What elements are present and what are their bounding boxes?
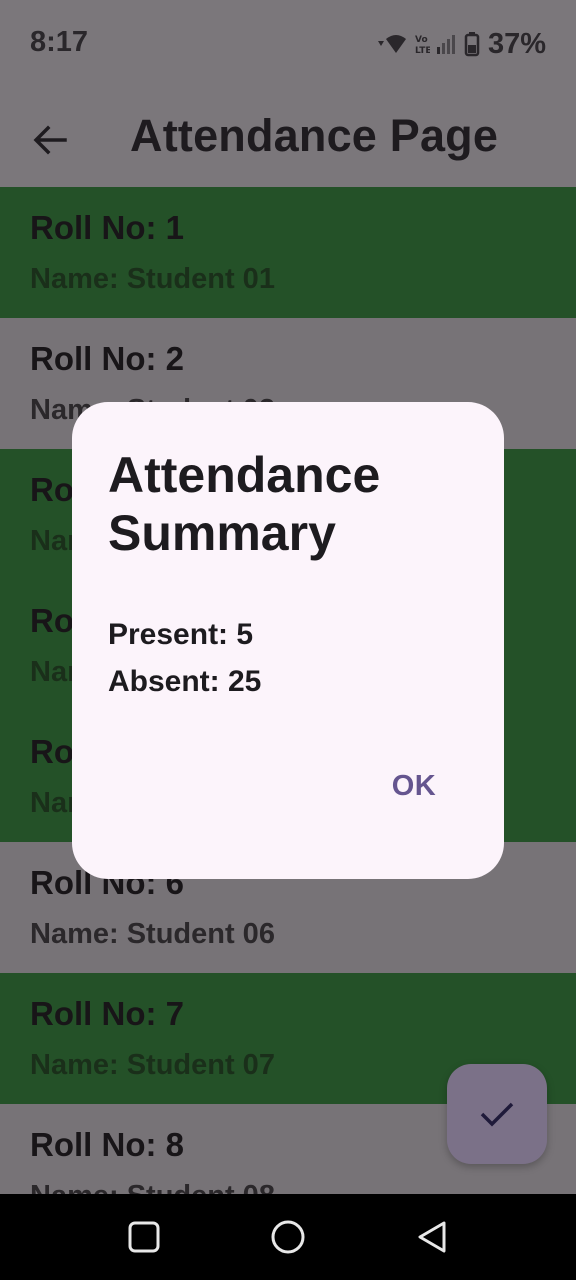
triangle-back-icon <box>418 1221 446 1253</box>
back-nav-button[interactable] <box>409 1214 455 1260</box>
wifi-icon <box>377 35 406 53</box>
signal-icon <box>436 35 455 54</box>
status-bar: 8:17 Vo LTE 37% <box>0 0 576 90</box>
present-count: Present: 5 <box>108 618 254 651</box>
battery-percent: 37% <box>487 27 546 60</box>
status-time: 8:17 <box>30 26 89 58</box>
attendance-summary-dialog: Attendance Summary Present: 5 Absent: 25… <box>72 402 504 879</box>
arrow-left-icon <box>33 125 67 155</box>
svg-text:LTE: LTE <box>415 46 430 56</box>
page-title: Attendance Page <box>130 110 499 161</box>
roll-number: Roll No: 7 <box>30 995 184 1032</box>
recents-button[interactable] <box>121 1214 167 1260</box>
system-nav-bar <box>0 1194 576 1280</box>
student-name: Name: Student 01 <box>30 263 275 295</box>
roll-number: Roll No: 8 <box>30 1126 184 1163</box>
status-icons: Vo LTE 37% <box>374 26 546 62</box>
battery-icon <box>464 32 480 57</box>
roll-number: Roll No: 1 <box>30 209 184 246</box>
square-icon <box>128 1221 160 1253</box>
app-bar: Attendance Page <box>0 90 576 187</box>
check-icon <box>480 1102 514 1127</box>
absent-count: Absent: 25 <box>108 665 262 698</box>
svg-text:Vo: Vo <box>415 35 428 45</box>
roll-number: Roll No: 2 <box>30 340 184 377</box>
dialog-title: Attendance Summary <box>108 447 381 561</box>
ok-button[interactable]: OK <box>368 758 460 814</box>
student-row[interactable]: Roll No: 1 Name: Student 01 <box>0 187 576 318</box>
home-button[interactable] <box>265 1214 311 1260</box>
back-button[interactable] <box>22 112 78 168</box>
circle-icon <box>271 1220 305 1254</box>
student-name: Name: Student 08 <box>30 1180 275 1194</box>
submit-attendance-button[interactable] <box>447 1064 547 1164</box>
volte-icon: Vo LTE <box>415 35 430 56</box>
student-name: Name: Student 06 <box>30 918 275 950</box>
student-name: Name: Student 07 <box>30 1049 275 1081</box>
